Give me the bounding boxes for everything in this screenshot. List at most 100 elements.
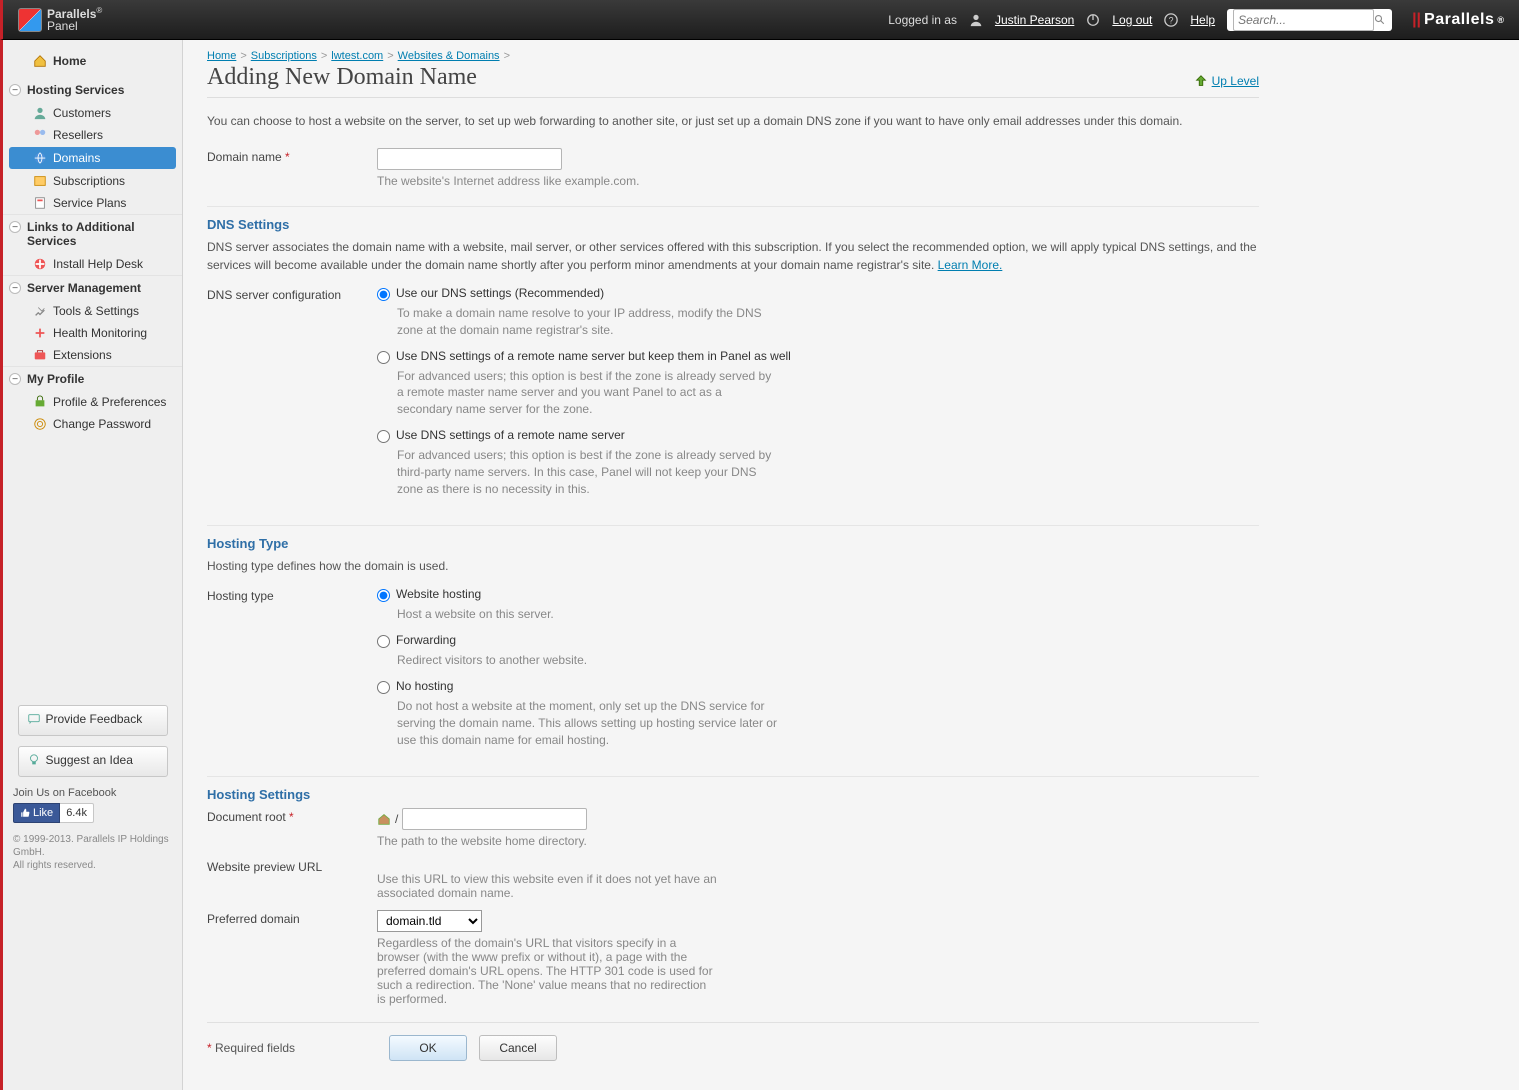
collapse-icon: −	[9, 221, 21, 233]
idea-icon	[27, 753, 41, 767]
sidebar-footer: © 1999-2013. Parallels IP Holdings GmbH.…	[13, 833, 172, 872]
fb-like-button[interactable]: Like	[13, 803, 60, 823]
breadcrumb-link[interactable]: Websites & Domains	[398, 50, 500, 62]
docroot-input[interactable]	[402, 808, 587, 830]
search-input[interactable]	[1233, 9, 1374, 31]
radio-text: Website hosting	[396, 587, 481, 601]
radio-text: Use DNS settings of a remote name server	[396, 428, 625, 442]
ok-button[interactable]: OK	[389, 1035, 467, 1061]
nav-icon	[33, 348, 47, 362]
breadcrumb-link[interactable]: Subscriptions	[251, 50, 317, 62]
sidebar-item-extensions[interactable]: Extensions	[3, 344, 182, 366]
fb-like-count: 6.4k	[60, 803, 94, 823]
logout-link[interactable]: Log out	[1112, 13, 1152, 27]
breadcrumb-link[interactable]: Home	[207, 50, 236, 62]
sidebar-item-health-monitoring[interactable]: Health Monitoring	[3, 322, 182, 344]
breadcrumb-link[interactable]: lwtest.com	[331, 50, 383, 62]
up-level-label[interactable]: Up Level	[1212, 74, 1259, 88]
radio-hint: Host a website on this server.	[397, 606, 777, 623]
topbar: Parallels® Panel Logged in as Justin Pea…	[0, 0, 1519, 40]
hostingtype-option: Website hosting Host a website on this se…	[377, 587, 1117, 623]
dns-radio[interactable]	[377, 351, 390, 364]
help-link[interactable]: Help	[1190, 13, 1215, 27]
collapse-icon: −	[9, 282, 21, 294]
up-level-link[interactable]: Up Level	[1194, 74, 1259, 88]
logged-in-label: Logged in as	[888, 13, 957, 27]
breadcrumb-sep: >	[504, 50, 510, 62]
feedback-label: Provide Feedback	[46, 712, 143, 726]
person-icon	[969, 13, 983, 27]
hostingtype-radio[interactable]	[377, 681, 390, 694]
nav-icon	[33, 196, 47, 210]
feedback-icon	[27, 712, 41, 726]
sidebar-heading[interactable]: −My Profile	[3, 366, 182, 391]
sidebar-heading[interactable]: −Links to Additional Services	[3, 214, 182, 253]
sidebar-item-customers[interactable]: Customers	[3, 102, 182, 124]
power-icon	[1086, 13, 1100, 27]
sidebar-item-install-help-desk[interactable]: Install Help Desk	[3, 253, 182, 275]
cancel-button[interactable]: Cancel	[479, 1035, 557, 1061]
sidebar-home[interactable]: Home	[3, 50, 182, 72]
search-icon[interactable]	[1374, 14, 1386, 26]
fb-like-label: Like	[33, 807, 53, 819]
sidebar-home-label: Home	[53, 54, 86, 68]
sidebar-item-label: Extensions	[53, 348, 112, 362]
hostingtype-radio-label[interactable]: Forwarding	[377, 633, 1117, 648]
sidebar-heading[interactable]: −Hosting Services	[3, 78, 182, 102]
sidebar-item-label: Subscriptions	[53, 174, 125, 188]
dns-radio[interactable]	[377, 430, 390, 443]
required-fields-note: * Required fields	[207, 1041, 377, 1055]
docroot-label: Document root *	[207, 808, 377, 848]
domain-name-input[interactable]	[377, 148, 562, 170]
thumbs-up-icon	[20, 808, 30, 818]
provide-feedback-button[interactable]: Provide Feedback	[18, 705, 168, 736]
nav-icon	[33, 395, 47, 409]
copyright: © 1999-2013. Parallels IP Holdings GmbH.	[13, 833, 172, 859]
domain-name-hint: The website's Internet address like exam…	[377, 174, 1117, 188]
dns-radio-label[interactable]: Use our DNS settings (Recommended)	[377, 286, 1117, 301]
dns-radio-label[interactable]: Use DNS settings of a remote name server	[377, 428, 1117, 443]
radio-hint: For advanced users; this option is best …	[397, 368, 777, 418]
preferred-domain-label: Preferred domain	[207, 910, 377, 1006]
nav-icon	[33, 326, 47, 340]
hostingtype-radio-label[interactable]: Website hosting	[377, 587, 1117, 602]
breadcrumb-sep: >	[240, 50, 246, 62]
dns-option: Use DNS settings of a remote name server…	[377, 349, 1117, 418]
radio-text: Use DNS settings of a remote name server…	[396, 349, 791, 363]
sidebar-item-service-plans[interactable]: Service Plans	[3, 192, 182, 214]
breadcrumb: Home>Subscriptions>lwtest.com>Websites &…	[207, 50, 1259, 62]
hostingtype-radio[interactable]	[377, 589, 390, 602]
fb-like-widget[interactable]: Like 6.4k	[13, 803, 172, 823]
username-link[interactable]: Justin Pearson	[995, 13, 1074, 27]
radio-hint: Do not host a website at the moment, onl…	[397, 698, 777, 748]
suggest-idea-button[interactable]: Suggest an Idea	[18, 746, 168, 777]
fb-join-label: Join Us on Facebook	[13, 787, 172, 799]
sidebar-item-domains[interactable]: Domains	[9, 147, 176, 169]
sidebar-item-profile-preferences[interactable]: Profile & Preferences	[3, 391, 182, 413]
collapse-icon: −	[9, 373, 21, 385]
preferred-domain-hint: Regardless of the domain's URL that visi…	[377, 936, 717, 1006]
docroot-hint: The path to the website home directory.	[377, 834, 1117, 848]
home-icon	[33, 54, 47, 68]
hosting-type-title: Hosting Type	[207, 525, 1259, 551]
sidebar-item-resellers[interactable]: Resellers	[3, 124, 182, 146]
logo-text: Parallels® Panel	[47, 7, 102, 32]
sidebar-heading[interactable]: −Server Management	[3, 275, 182, 300]
sidebar-bottom: Provide Feedback Suggest an Idea Join Us…	[3, 695, 182, 882]
dns-radio-label[interactable]: Use DNS settings of a remote name server…	[377, 349, 1117, 364]
brand-right: || Parallels®	[1412, 11, 1504, 29]
rights: All rights reserved.	[13, 859, 172, 872]
nav-icon	[33, 128, 47, 142]
dns-radio[interactable]	[377, 288, 390, 301]
sidebar-item-tools-settings[interactable]: Tools & Settings	[3, 300, 182, 322]
collapse-icon: −	[9, 84, 21, 96]
search-box[interactable]	[1227, 9, 1392, 31]
sidebar-item-label: Profile & Preferences	[53, 395, 166, 409]
sidebar-item-subscriptions[interactable]: Subscriptions	[3, 170, 182, 192]
dns-learn-more-link[interactable]: Learn More.	[938, 258, 1003, 272]
hostingtype-radio-label[interactable]: No hosting	[377, 679, 1117, 694]
hostingtype-radio[interactable]	[377, 635, 390, 648]
sidebar-item-change-password[interactable]: Change Password	[3, 413, 182, 435]
nav-icon	[33, 304, 47, 318]
preferred-domain-select[interactable]: domain.tld	[377, 910, 482, 932]
